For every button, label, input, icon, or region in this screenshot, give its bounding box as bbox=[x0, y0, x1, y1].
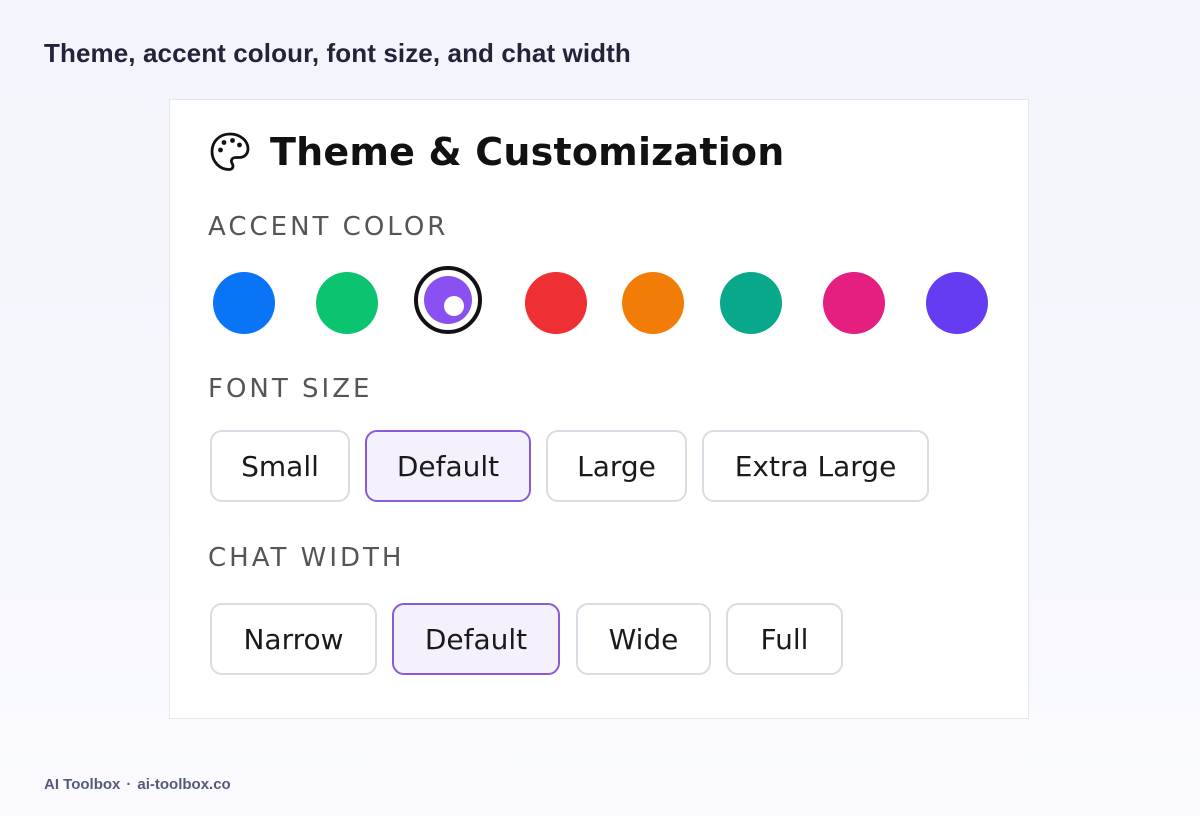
footer: AI Toolbox · ai-toolbox.co bbox=[44, 776, 231, 793]
accent-swatch-blue[interactable] bbox=[213, 272, 275, 334]
footer-site[interactable]: ai-toolbox.co bbox=[137, 776, 230, 793]
card-title: Theme & Customization bbox=[270, 130, 785, 174]
chat-width-option-full[interactable]: Full bbox=[726, 603, 843, 675]
chat-width-option-default[interactable]: Default bbox=[392, 603, 560, 675]
card-header: Theme & Customization bbox=[208, 130, 784, 174]
chat-width-label: CHAT WIDTH bbox=[208, 543, 405, 573]
accent-swatch-indigo[interactable] bbox=[926, 272, 988, 334]
accent-swatch-teal[interactable] bbox=[720, 272, 782, 334]
accent-color-swatches bbox=[208, 266, 998, 340]
accent-color-label: ACCENT COLOR bbox=[208, 212, 449, 242]
accent-swatch-orange[interactable] bbox=[622, 272, 684, 334]
font-size-option-small[interactable]: Small bbox=[210, 430, 350, 502]
font-size-label: FONT SIZE bbox=[208, 374, 373, 404]
font-size-option-extra-large[interactable]: Extra Large bbox=[702, 430, 929, 502]
chat-width-option-wide[interactable]: Wide bbox=[576, 603, 711, 675]
font-size-option-default[interactable]: Default bbox=[365, 430, 531, 502]
footer-brand: AI Toolbox bbox=[44, 776, 121, 793]
palette-icon bbox=[208, 130, 252, 174]
page-caption: Theme, accent colour, font size, and cha… bbox=[44, 38, 631, 68]
font-size-option-large[interactable]: Large bbox=[546, 430, 687, 502]
accent-swatch-pink[interactable] bbox=[823, 272, 885, 334]
accent-swatch-purple[interactable] bbox=[414, 266, 482, 334]
accent-swatch-green[interactable] bbox=[316, 272, 378, 334]
theme-customization-card: Theme & Customization ACCENT COLOR FONT … bbox=[169, 99, 1029, 719]
accent-swatch-red[interactable] bbox=[525, 272, 587, 334]
chat-width-option-narrow[interactable]: Narrow bbox=[210, 603, 377, 675]
footer-separator: · bbox=[126, 776, 132, 793]
